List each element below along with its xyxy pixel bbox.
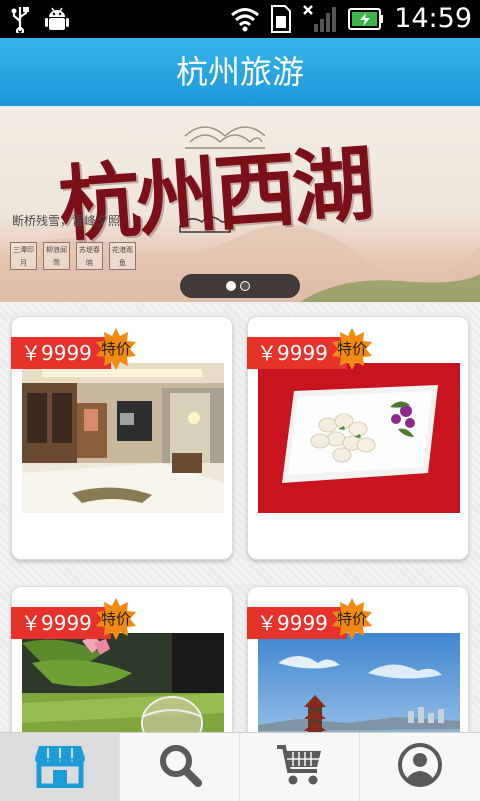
sale-badge: 特价: [330, 597, 374, 641]
green-tea-photo: [22, 633, 224, 732]
banner-carousel[interactable]: 杭州西湖 断桥残雪，雷峰夕照 三潭印月 柳浪闻莺 苏堤春晓 花港观鱼: [0, 106, 480, 302]
sale-badge-label: 特价: [336, 610, 367, 628]
banner-tag: 三潭印月: [10, 242, 37, 270]
shrimp-dish-photo: [258, 363, 460, 513]
nav-home[interactable]: [0, 733, 120, 801]
cart-icon: [275, 743, 325, 791]
product-card[interactable]: ￥9999 特价: [11, 586, 233, 732]
product-card[interactable]: ￥9999 特价: [247, 586, 469, 732]
product-card[interactable]: ￥9999 特价: [11, 316, 233, 560]
sale-badge-label: 特价: [100, 340, 131, 358]
banner-tag: 柳浪闻莺: [43, 242, 70, 270]
carousel-pagination[interactable]: [180, 274, 300, 298]
banner-tag: 苏堤春晓: [76, 242, 103, 270]
bottom-nav: [0, 732, 480, 801]
carousel-dot-active[interactable]: [226, 281, 236, 291]
user-icon: [397, 742, 443, 792]
shop-icon: [33, 742, 87, 792]
search-icon: [158, 743, 202, 791]
carousel-dot[interactable]: [240, 281, 250, 291]
android-debug-icon: [44, 5, 70, 33]
product-card[interactable]: ￥9999 特价: [247, 316, 469, 560]
nav-search[interactable]: [120, 733, 240, 801]
banner-tags: 三潭印月 柳浪闻莺 苏堤春晓 花港观鱼: [10, 242, 136, 270]
product-grid: ￥9999 特价 ￥9999 特价 ￥9999 特价 ￥9999 特价: [0, 302, 480, 732]
sim-icon: [270, 4, 292, 34]
sale-badge: 特价: [94, 327, 138, 371]
nav-profile[interactable]: [360, 733, 480, 801]
sale-badge-label: 特价: [100, 610, 131, 628]
banner-subtitle: 断桥残雪，雷峰夕照: [12, 214, 121, 228]
banner-title: 杭州西湖: [55, 136, 374, 254]
nav-cart[interactable]: [240, 733, 360, 801]
status-time: 14:59: [394, 3, 472, 34]
no-signal-icon: [302, 4, 338, 34]
sale-badge-label: 特价: [336, 340, 367, 358]
battery-charging-icon: [348, 8, 384, 30]
page-title: 杭州旅游: [175, 53, 304, 91]
sale-badge: 特价: [330, 327, 374, 371]
usb-icon: [10, 5, 30, 33]
sale-badge: 特价: [94, 597, 138, 641]
wifi-icon: [230, 6, 260, 32]
west-lake-photo: [258, 633, 460, 732]
status-bar: 14:59: [0, 0, 480, 38]
header: 杭州旅游: [0, 38, 480, 106]
banner-tag: 花港观鱼: [109, 242, 136, 270]
hotel-room-photo: [22, 363, 224, 513]
